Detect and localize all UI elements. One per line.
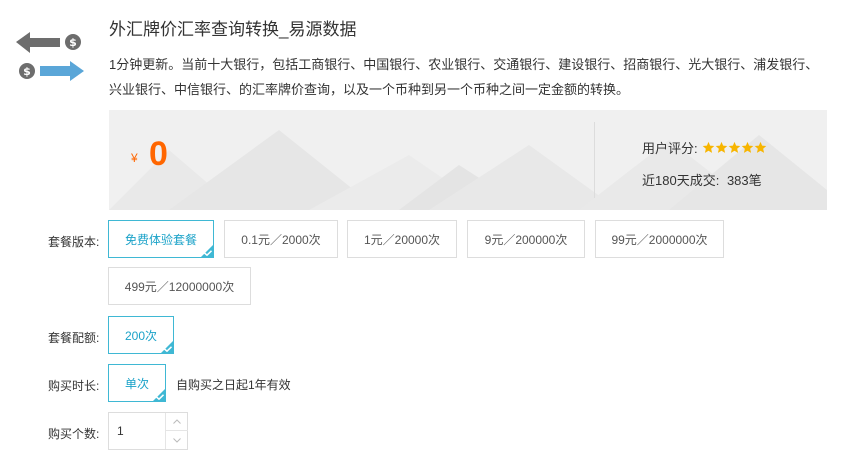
check-icon: [156, 394, 164, 400]
validity-note: 自购买之日起1年有效: [176, 378, 291, 392]
duration-option-label: 单次: [124, 376, 149, 391]
package-option-12000000[interactable]: 499元／12000000次: [108, 267, 251, 305]
package-option-2000000[interactable]: 99元／2000000次: [595, 220, 724, 258]
quota-option-label: 200次: [124, 328, 158, 343]
star-icon: [715, 141, 727, 153]
sales-row: 近180天成交: 383笔: [642, 170, 762, 189]
duration-option-single[interactable]: 单次: [108, 364, 166, 402]
rating-stars: [702, 141, 767, 154]
increment-button[interactable]: [166, 413, 188, 431]
product-description: 1分钟更新。当前十大银行，包括工商银行、中国银行、农业银行、交通银行、建设银行、…: [109, 57, 819, 97]
svg-text:$: $: [69, 36, 77, 49]
package-option-label: 免费体验套餐: [124, 232, 197, 247]
quantity-label: 购买个数:: [48, 427, 100, 441]
product-title: 外汇牌价汇率查询转换_易源数据: [109, 20, 357, 39]
package-option-label: 1元／20000次: [363, 232, 441, 247]
star-icon: [702, 141, 714, 153]
svg-text:$: $: [23, 65, 31, 78]
price-amount: 0: [149, 135, 168, 173]
package-option-label: 0.1元／2000次: [241, 232, 321, 247]
chevron-down-icon: [173, 437, 181, 443]
chevron-up-icon: [173, 419, 181, 424]
star-icon: [741, 141, 753, 153]
check-icon: [204, 250, 212, 256]
package-option-label: 9元／200000次: [484, 232, 568, 247]
rating-label: 用户评分:: [642, 141, 698, 156]
quantity-stepper: [108, 412, 188, 450]
quota-option-200[interactable]: 200次: [108, 316, 174, 354]
price-panel: ¥ 0 用户评分: 近180天成交: 383笔: [109, 110, 827, 210]
quota-label: 套餐配额:: [48, 331, 100, 345]
package-option-200000[interactable]: 9元／200000次: [467, 220, 585, 258]
currency-exchange-icon: $ $: [14, 30, 86, 86]
panel-divider: [594, 122, 595, 198]
star-icon: [728, 141, 740, 153]
mountain-background: [109, 130, 827, 210]
sales-count: 383笔: [726, 173, 762, 188]
package-option-label: 99元／2000000次: [611, 232, 708, 247]
package-option-label: 499元／12000000次: [124, 279, 235, 294]
package-option-20000[interactable]: 1元／20000次: [347, 220, 457, 258]
package-label: 套餐版本:: [48, 235, 100, 249]
decrement-button[interactable]: [166, 431, 188, 449]
star-icon: [754, 141, 766, 153]
package-option-2000[interactable]: 0.1元／2000次: [224, 220, 338, 258]
duration-label: 购买时长:: [48, 379, 100, 393]
sales-label: 近180天成交:: [642, 173, 720, 188]
check-icon: [164, 346, 172, 352]
currency-symbol: ¥: [131, 151, 138, 165]
quantity-input[interactable]: [109, 413, 165, 449]
rating-row: 用户评分:: [642, 138, 767, 157]
package-option-free[interactable]: 免费体验套餐: [108, 220, 214, 258]
